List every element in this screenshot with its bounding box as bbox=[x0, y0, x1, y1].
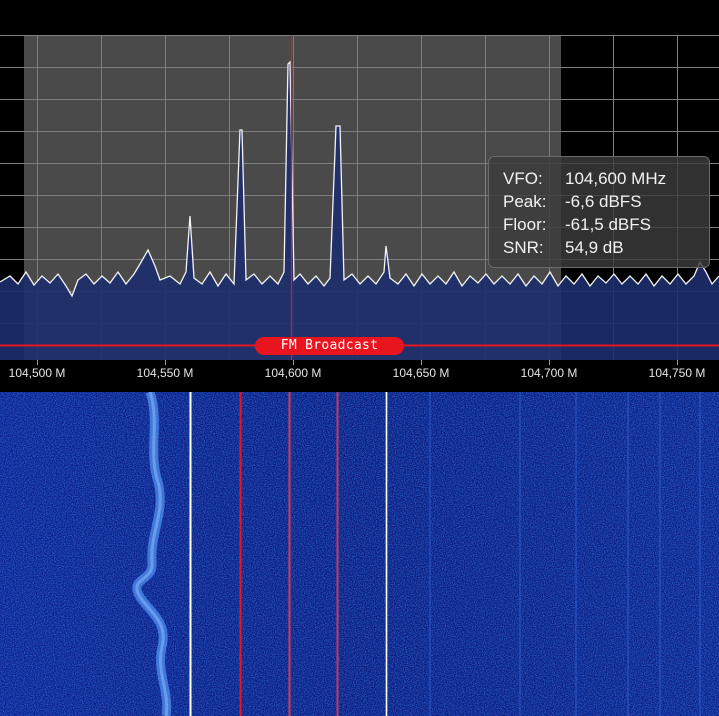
frequency-tick-label: 104,750 M bbox=[648, 366, 706, 380]
info-row-vfo: VFO: 104,600 MHz bbox=[503, 167, 709, 190]
info-key: SNR: bbox=[503, 238, 544, 257]
waterfall-display[interactable] bbox=[0, 392, 719, 716]
band-plan-label[interactable]: FM Broadcast bbox=[255, 337, 404, 355]
frequency-tick-label: 104,600 M bbox=[264, 366, 322, 380]
frequency-tick-label: 104,550 M bbox=[136, 366, 194, 380]
info-value: -6,6 dBFS bbox=[565, 192, 642, 211]
frequency-tick-label: 104,700 M bbox=[520, 366, 578, 380]
info-row-floor: Floor: -61,5 dBFS bbox=[503, 213, 709, 236]
info-row-snr: SNR: 54,9 dB bbox=[503, 236, 709, 259]
info-key: Floor: bbox=[503, 215, 547, 234]
info-key: VFO: bbox=[503, 169, 543, 188]
info-value: 54,9 dB bbox=[565, 238, 624, 257]
frequency-axis-strip bbox=[0, 360, 719, 392]
info-value: -61,5 dBFS bbox=[565, 215, 651, 234]
info-row-peak: Peak: -6,6 dBFS bbox=[503, 190, 709, 213]
info-value: 104,600 MHz bbox=[565, 169, 667, 188]
spectrum-panel[interactable]: 104,500 M 104,550 M 104,600 M 104,650 M … bbox=[0, 0, 719, 392]
info-key: Peak: bbox=[503, 192, 547, 211]
sdr-receiver-app: 104,500 M 104,550 M 104,600 M 104,650 M … bbox=[0, 0, 719, 716]
signal-info-box: VFO: 104,600 MHz Peak: -6,6 dBFS Floor: … bbox=[488, 156, 710, 268]
waterfall-noise bbox=[0, 392, 719, 716]
waterfall-panel[interactable] bbox=[0, 392, 719, 716]
frequency-tick-label: 104,650 M bbox=[392, 366, 450, 380]
frequency-tick-label: 104,500 M bbox=[8, 366, 66, 380]
